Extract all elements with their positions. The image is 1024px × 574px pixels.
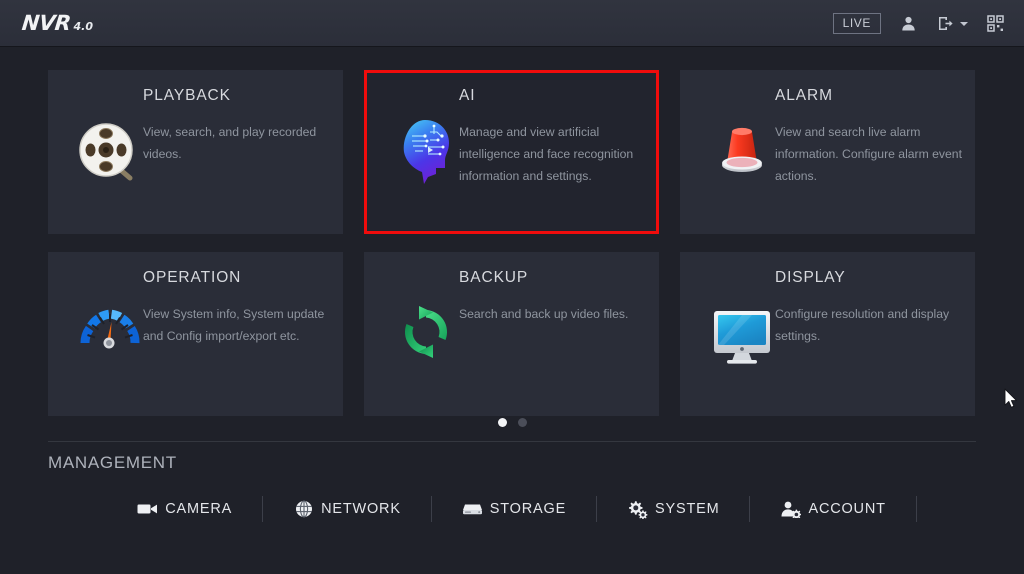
card-title: DISPLAY <box>775 269 846 286</box>
card-alarm-body: ALARM View and search live alarm informa… <box>775 88 963 187</box>
management-item-label: STORAGE <box>489 500 567 517</box>
card-operation[interactable]: OPERATION View System info, System updat… <box>48 252 343 416</box>
globe-icon <box>293 499 314 520</box>
logo-version: 4.0 <box>73 20 94 33</box>
card-title: OPERATION <box>143 269 242 286</box>
card-description: View and search live alarm information. … <box>775 124 962 183</box>
card-row-2: OPERATION View System info, System updat… <box>48 252 976 416</box>
alarm-beacon-icon <box>708 114 776 186</box>
management-item-account[interactable]: ACCOUNT <box>750 492 915 526</box>
logout-dropdown[interactable] <box>935 13 968 35</box>
video-camera-icon <box>137 499 158 520</box>
management-item-label: SYSTEM <box>655 500 720 517</box>
sync-arrows-icon <box>392 296 460 368</box>
card-backup[interactable]: BACKUP Search and back up video files. <box>364 252 659 416</box>
live-button[interactable]: LIVE <box>832 13 881 34</box>
card-title: ALARM <box>775 87 833 104</box>
gauge-icon <box>76 296 144 368</box>
menu-separator <box>915 496 917 522</box>
management-heading: MANAGEMENT <box>48 453 177 472</box>
menu-card-grid: PLAYBACK View, search, and play recorded… <box>48 70 976 434</box>
header-controls: LIVE <box>832 0 1006 47</box>
card-display-body: DISPLAY Configure resolution and display… <box>775 270 963 347</box>
card-ai-body: AI Manage and view artificial intelligen… <box>459 88 647 187</box>
card-row-1: PLAYBACK View, search, and play recorded… <box>48 70 976 234</box>
card-description: View, search, and play recorded videos. <box>143 124 317 161</box>
monitor-icon <box>708 296 776 368</box>
film-reel-search-icon <box>76 114 144 186</box>
card-playback[interactable]: PLAYBACK View, search, and play recorded… <box>48 70 343 234</box>
card-title: PLAYBACK <box>143 87 231 104</box>
app-logo: NVR 4.0 <box>20 11 94 35</box>
management-item-label: NETWORK <box>321 500 401 517</box>
mouse-cursor <box>1004 388 1018 409</box>
qr-code-icon[interactable] <box>984 13 1006 35</box>
user-icon[interactable] <box>897 13 919 35</box>
card-ai[interactable]: AI Manage and view artificial intelligen… <box>364 70 659 234</box>
logo-text: NVR <box>20 11 72 35</box>
card-alarm[interactable]: ALARM View and search live alarm informa… <box>680 70 975 234</box>
hard-drive-icon <box>462 499 483 520</box>
management-item-system[interactable]: SYSTEM <box>597 492 749 526</box>
card-description: Manage and view artificial intelligence … <box>459 124 634 183</box>
management-item-label: CAMERA <box>165 500 233 517</box>
pagination-dot-2[interactable] <box>517 418 527 427</box>
app-header: NVR 4.0 LIVE <box>0 0 1024 47</box>
card-backup-body: BACKUP Search and back up video files. <box>459 270 647 325</box>
user-gear-icon <box>780 499 802 520</box>
gears-icon <box>627 499 648 520</box>
management-item-network[interactable]: NETWORK <box>263 492 431 526</box>
section-divider <box>48 441 976 442</box>
card-title: BACKUP <box>459 269 529 286</box>
management-item-label: ACCOUNT <box>808 500 886 517</box>
pagination-dots[interactable] <box>0 418 1024 427</box>
management-menu: CAMERA NETWORK STORAGE SYSTEM ACCOUNT <box>0 492 1024 526</box>
card-display[interactable]: DISPLAY Configure resolution and display… <box>680 252 975 416</box>
card-description: Configure resolution and display setting… <box>775 306 950 343</box>
card-operation-body: OPERATION View System info, System updat… <box>143 270 331 347</box>
management-item-storage[interactable]: STORAGE <box>432 492 596 526</box>
card-title: AI <box>459 87 476 104</box>
card-description: View System info, System update and Conf… <box>143 306 325 343</box>
chevron-down-icon[interactable] <box>960 21 968 26</box>
pagination-dot-1[interactable] <box>497 418 507 427</box>
management-item-camera[interactable]: CAMERA <box>107 492 262 526</box>
card-description: Search and back up video files. <box>459 306 629 321</box>
ai-head-circuit-icon <box>392 114 460 186</box>
logout-icon[interactable] <box>935 13 957 35</box>
card-playback-body: PLAYBACK View, search, and play recorded… <box>143 88 331 165</box>
